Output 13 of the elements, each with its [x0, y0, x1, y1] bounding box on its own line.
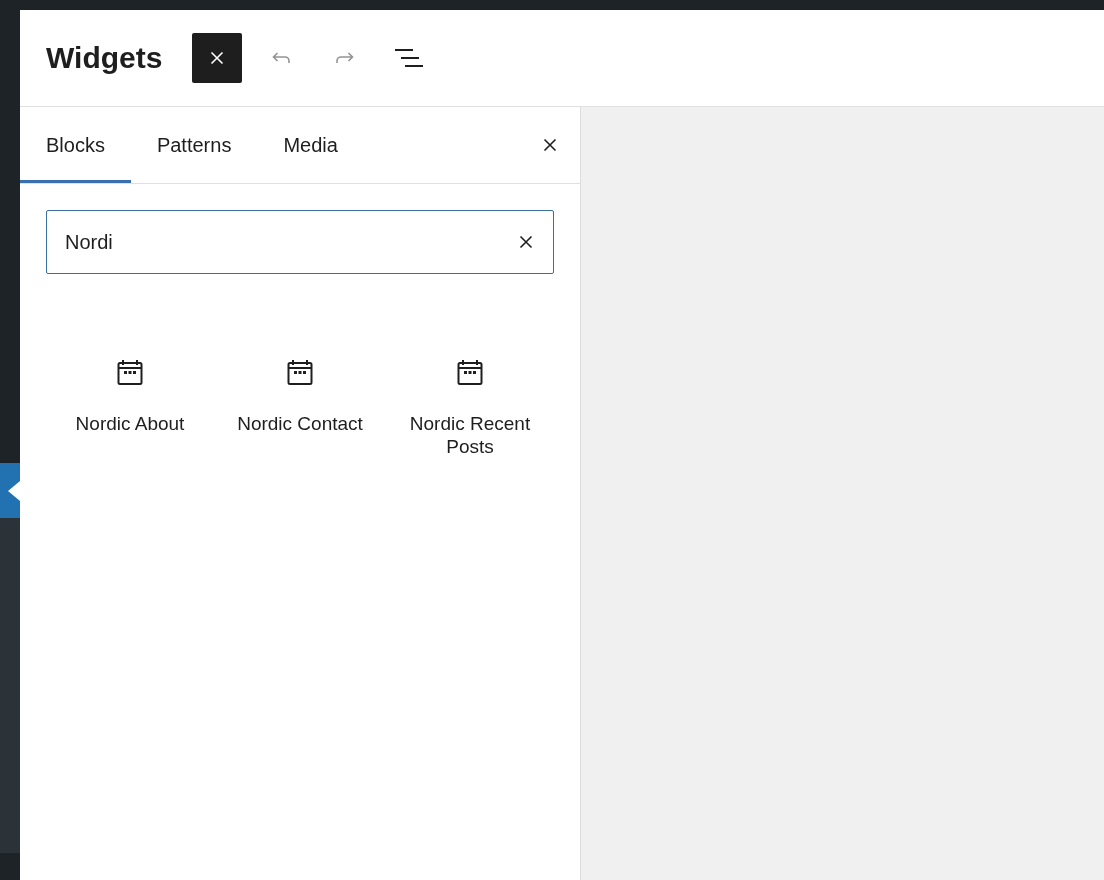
list-view-icon	[393, 46, 426, 70]
calendar-icon	[116, 358, 144, 388]
tab[interactable]: Media	[257, 107, 364, 183]
search-field[interactable]: Nordi	[46, 210, 554, 274]
close-button[interactable]	[192, 33, 243, 83]
page-title: Widgets	[46, 41, 163, 75]
block-item[interactable]: Nordic About	[45, 358, 215, 458]
block-item[interactable]: Nordic Contact	[215, 358, 385, 458]
calendar-icon	[456, 358, 484, 388]
calendar-icon	[286, 358, 314, 388]
tab[interactable]: Blocks	[20, 107, 131, 183]
block-item[interactable]: Nordic Recent Posts	[385, 358, 555, 458]
tab[interactable]: Patterns	[130, 107, 258, 183]
